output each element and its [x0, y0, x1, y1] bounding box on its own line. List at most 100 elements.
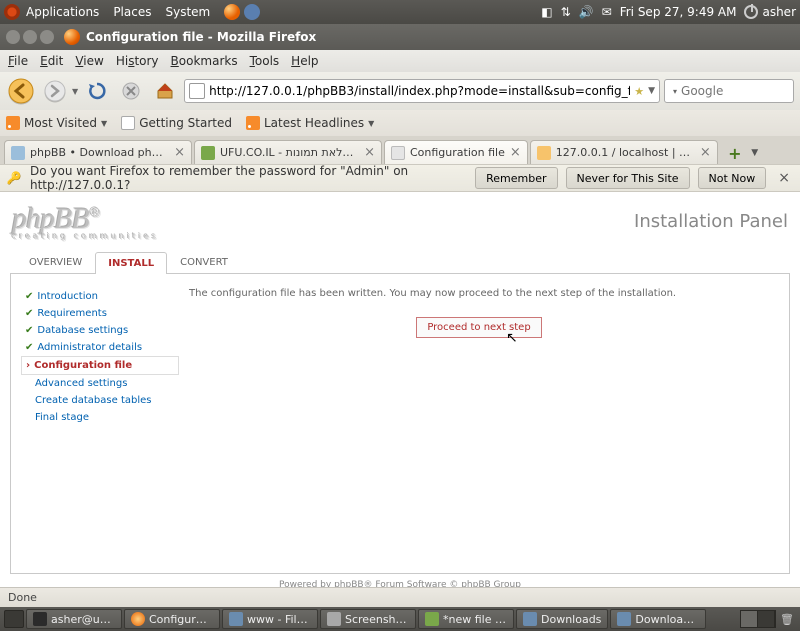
tab-strip: phpBB • Download phpBB3× UFU.CO.IL - העל… [0, 136, 800, 164]
step-config-file[interactable]: ›Configuration file [21, 356, 179, 375]
network-icon[interactable]: ⇅ [561, 5, 571, 19]
show-desktop-button[interactable] [4, 610, 24, 628]
menu-help[interactable]: Help [291, 54, 318, 68]
menu-bookmarks[interactable]: Bookmarks [171, 54, 238, 68]
search-bar[interactable]: ▾ [664, 79, 794, 103]
menu-file[interactable]: File [8, 54, 28, 68]
step-advanced[interactable]: Advanced settings [21, 375, 179, 392]
tab-configuration-file[interactable]: Configuration file× [384, 140, 528, 164]
bookmark-star-icon[interactable]: ★ [634, 85, 644, 98]
forward-button[interactable] [40, 76, 70, 106]
close-icon[interactable]: × [700, 145, 711, 160]
update-notifier-icon[interactable]: ◧ [541, 5, 552, 19]
never-button[interactable]: Never for This Site [566, 167, 690, 189]
check-icon: ✔ [25, 325, 33, 336]
favicon [391, 146, 405, 160]
task-terminal[interactable]: asher@ubu... [26, 609, 122, 629]
tab-install[interactable]: INSTALL [95, 252, 167, 274]
bookmark-getting-started[interactable]: Getting Started [121, 116, 232, 130]
menu-history[interactable]: History [116, 54, 159, 68]
window-titlebar: Configuration file - Mozilla Firefox [0, 24, 800, 50]
url-bar[interactable]: ★ ▼ [184, 79, 660, 103]
search-input[interactable] [681, 84, 800, 98]
arrow-icon: › [26, 360, 30, 371]
close-icon[interactable]: × [774, 170, 794, 186]
window-close-button[interactable] [6, 30, 20, 44]
search-engine-dropdown-icon[interactable]: ▾ [673, 87, 677, 96]
feed-icon [6, 116, 20, 130]
tab-ufu[interactable]: UFU.CO.IL - העלאת תמונות ...× [194, 140, 382, 164]
ubuntu-logo-icon[interactable] [4, 4, 20, 20]
stop-button[interactable] [116, 76, 146, 106]
menu-edit[interactable]: Edit [40, 54, 63, 68]
bookmark-latest-headlines[interactable]: Latest Headlines▼ [246, 116, 374, 130]
footer-text: Powered by phpBB® Forum Software © phpBB… [10, 580, 790, 587]
url-input[interactable] [209, 84, 630, 98]
all-tabs-button[interactable]: ▼ [746, 142, 764, 164]
firefox-menubar: File Edit View History Bookmarks Tools H… [0, 50, 800, 72]
gnome-menu-applications[interactable]: Applications [26, 5, 99, 19]
bookmark-most-visited[interactable]: Most Visited▼ [6, 116, 107, 130]
not-now-button[interactable]: Not Now [698, 167, 767, 189]
clock[interactable]: Fri Sep 27, 9:49 AM [620, 5, 737, 19]
user-menu[interactable]: asher [744, 5, 796, 19]
notification-message: Do you want Firefox to remember the pass… [30, 164, 467, 192]
help-launcher-icon[interactable] [244, 4, 260, 20]
close-icon[interactable]: × [364, 145, 375, 160]
task-screenshot[interactable]: Screenshot... [320, 609, 416, 629]
menu-tools[interactable]: Tools [250, 54, 280, 68]
page-content: phpBB®creating communities Installation … [0, 192, 800, 587]
check-icon: ✔ [25, 342, 33, 353]
bookmarks-toolbar: Most Visited▼ Getting Started Latest Hea… [0, 110, 800, 136]
close-icon[interactable]: × [510, 145, 521, 160]
workspace-switcher[interactable] [740, 610, 776, 628]
history-dropdown-icon[interactable]: ▼ [72, 87, 78, 96]
step-database[interactable]: ✔Database settings [21, 322, 179, 339]
step-create-tables[interactable]: Create database tables [21, 392, 179, 409]
task-downloads[interactable]: Downloads [516, 609, 608, 629]
window-minimize-button[interactable] [23, 30, 37, 44]
gnome-top-panel: Applications Places System ◧ ⇅ 🔊 ✉ Fri S… [0, 0, 800, 24]
step-introduction[interactable]: ✔Introduction [21, 288, 179, 305]
step-final[interactable]: Final stage [21, 409, 179, 426]
mail-icon[interactable]: ✉ [602, 5, 612, 19]
favicon [11, 146, 25, 160]
site-identity-icon[interactable] [189, 83, 205, 99]
tab-phpbb-download[interactable]: phpBB • Download phpBB3× [4, 140, 192, 164]
system-tray: ◧ ⇅ 🔊 ✉ Fri Sep 27, 9:49 AM asher [541, 5, 796, 19]
page-icon [121, 116, 135, 130]
tab-overview[interactable]: OVERVIEW [16, 251, 95, 273]
step-requirements[interactable]: ✔Requirements [21, 305, 179, 322]
proceed-button[interactable]: Proceed to next step [416, 317, 541, 338]
back-button[interactable] [6, 76, 36, 106]
url-dropdown-icon[interactable]: ▼ [648, 86, 655, 96]
new-tab-button[interactable]: + [724, 142, 746, 164]
feed-icon [246, 116, 260, 130]
trash-icon[interactable]: 🗑 [778, 610, 796, 628]
page-title: Installation Panel [634, 211, 788, 232]
tab-phpmyadmin[interactable]: 127.0.0.1 / localhost | php...× [530, 140, 718, 164]
close-icon[interactable]: × [174, 145, 185, 160]
favicon [201, 146, 215, 160]
step-admin[interactable]: ✔Administrator details [21, 339, 179, 356]
phpbb-logo: phpBB®creating communities [12, 202, 159, 241]
reload-button[interactable] [82, 76, 112, 106]
home-button[interactable] [150, 76, 180, 106]
gnome-menu-system[interactable]: System [165, 5, 210, 19]
remember-button[interactable]: Remember [475, 167, 557, 189]
window-maximize-button[interactable] [40, 30, 54, 44]
check-icon: ✔ [25, 308, 33, 319]
check-icon: ✔ [25, 291, 33, 302]
volume-icon[interactable]: 🔊 [579, 5, 594, 19]
gnome-menu-places[interactable]: Places [113, 5, 151, 19]
task-editor[interactable]: *new file (... [418, 609, 514, 629]
firefox-launcher-icon[interactable] [224, 4, 240, 20]
status-text: Done [8, 591, 37, 604]
task-files[interactable]: www - File ... [222, 609, 318, 629]
tab-convert[interactable]: CONVERT [167, 251, 241, 273]
window-title: Configuration file - Mozilla Firefox [86, 30, 316, 44]
task-firefox[interactable]: Configurati... [124, 609, 220, 629]
install-tabs: OVERVIEW INSTALL CONVERT [10, 251, 790, 274]
task-downloads2[interactable]: Downloads... [610, 609, 706, 629]
menu-view[interactable]: View [75, 54, 103, 68]
